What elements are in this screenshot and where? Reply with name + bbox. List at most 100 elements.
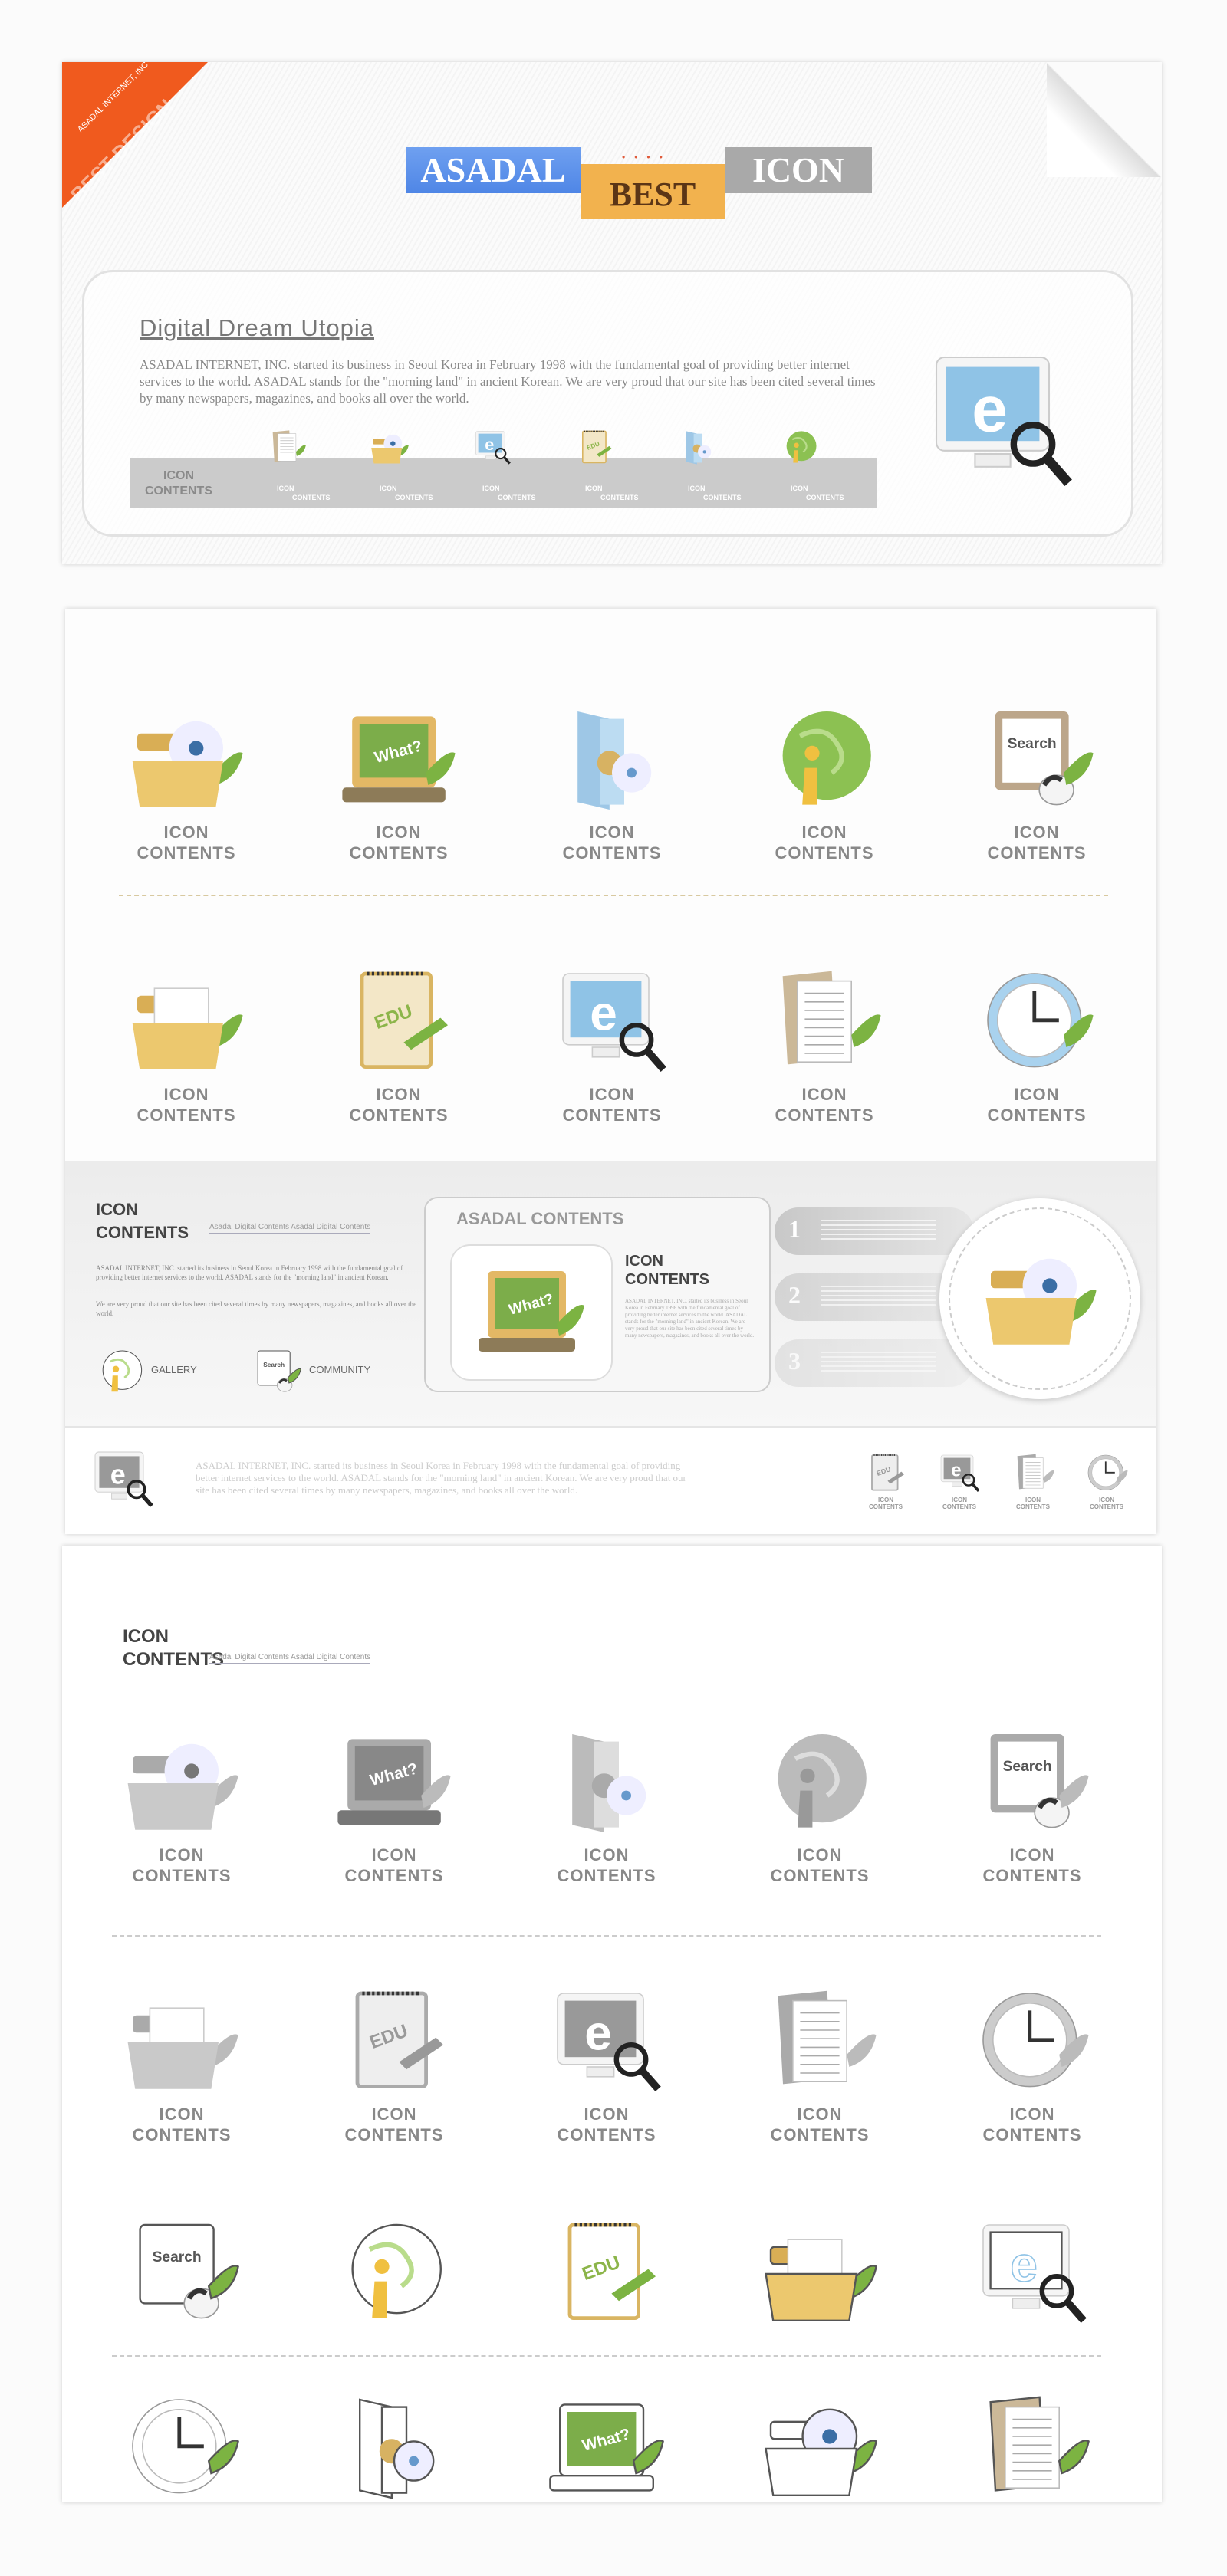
svg-text:e: e bbox=[1010, 2237, 1038, 2292]
footer-paragraph: ASADAL INTERNET, INC. started its busine… bbox=[196, 1460, 686, 1496]
band-title: ICON CONTENTS bbox=[96, 1200, 189, 1242]
documents-icon bbox=[266, 427, 308, 468]
footer-icon-item[interactable]: ICON CONTENTS bbox=[1006, 1451, 1060, 1510]
icon-label: ICON CONTENTS bbox=[869, 1497, 903, 1510]
svg-text:e: e bbox=[951, 1460, 961, 1481]
folder-cd-icon bbox=[975, 1237, 1105, 1359]
search-mouse-icon: Search bbox=[967, 1722, 1097, 1845]
icon-tile[interactable] bbox=[310, 2387, 479, 2510]
monitor-magnifier-icon: e bbox=[88, 1441, 157, 1518]
icon-tile[interactable]: EDU ICON CONTENTS bbox=[310, 1981, 479, 2145]
icon-tile[interactable] bbox=[310, 2213, 479, 2335]
folder-papers-icon bbox=[121, 961, 252, 1084]
gallery-icon[interactable] bbox=[94, 1346, 148, 1399]
svg-text:Search: Search bbox=[263, 1361, 285, 1368]
strip-item[interactable]: ICON CONTENTS bbox=[243, 430, 346, 508]
section-title: ICON CONTENTS bbox=[123, 1626, 224, 1670]
icon-tile[interactable]: ICON CONTENTS bbox=[102, 961, 271, 1125]
icon-label: ICON CONTENTS bbox=[775, 823, 874, 863]
icon-label: ICON CONTENTS bbox=[137, 823, 236, 863]
icon-tile[interactable]: ICON CONTENTS bbox=[948, 1981, 1117, 2145]
icon-tile[interactable]: What? ICON CONTENTS bbox=[314, 699, 483, 863]
strip-item[interactable]: ICON CONTENTS bbox=[757, 431, 860, 508]
icon-tile[interactable]: ICON CONTENTS bbox=[735, 1722, 904, 1886]
monitor-e-icon: e bbox=[541, 1981, 672, 2104]
icon-tile[interactable]: e ICON CONTENTS bbox=[522, 1981, 691, 2145]
svg-text:Search: Search bbox=[1008, 736, 1057, 752]
step-item: 3 bbox=[775, 1339, 974, 1387]
strip-item-label: ICON CONTENTS bbox=[482, 485, 536, 501]
community-icon[interactable]: Search bbox=[249, 1346, 303, 1399]
icon-tile[interactable]: ICON CONTENTS bbox=[528, 699, 696, 863]
icon-tile[interactable]: ICON CONTENTS bbox=[952, 961, 1121, 1125]
strip-item[interactable]: ICON CONTENTS bbox=[654, 431, 757, 508]
icon-tile[interactable]: What? bbox=[522, 2387, 691, 2510]
box-icon-frame: What? bbox=[450, 1244, 613, 1381]
icon-tile[interactable]: ICON CONTENTS bbox=[97, 1981, 266, 2145]
strip-item-label: ICON CONTENTS bbox=[688, 485, 742, 501]
icon-label: ICON CONTENTS bbox=[770, 2104, 870, 2144]
footer-icon-item[interactable]: e ICON CONTENTS bbox=[933, 1451, 986, 1510]
icon-tile[interactable]: Search bbox=[97, 2213, 266, 2335]
box-title: ASADAL CONTENTS bbox=[456, 1209, 624, 1228]
icon-tile[interactable]: e ICON CONTENTS bbox=[528, 961, 696, 1125]
icon-label: ICON CONTENTS bbox=[1016, 1497, 1050, 1510]
clock-icon bbox=[117, 2387, 247, 2510]
icon-label: ICON CONTENTS bbox=[942, 1497, 976, 1510]
band-paragraph-2: We are very proud that our site has been… bbox=[96, 1300, 417, 1317]
icon-tile[interactable] bbox=[735, 2213, 904, 2335]
icon-tile[interactable] bbox=[97, 2387, 266, 2510]
icon-tile[interactable]: EDU ICON CONTENTS bbox=[314, 961, 483, 1125]
icon-tile[interactable]: EDU bbox=[522, 2213, 691, 2335]
monitor-e-icon: e bbox=[967, 2213, 1097, 2335]
icon-tile[interactable]: ICON CONTENTS bbox=[522, 1722, 691, 1886]
icon-tile[interactable]: ICON CONTENTS bbox=[740, 961, 909, 1125]
strip-item[interactable]: ICON CONTENTS bbox=[346, 434, 449, 508]
community-link[interactable]: COMMUNITY bbox=[309, 1364, 370, 1375]
badge-best: BEST bbox=[581, 164, 725, 219]
svg-text:Search: Search bbox=[1003, 1759, 1052, 1775]
icon-tile[interactable]: Search ICON CONTENTS bbox=[948, 1722, 1117, 1886]
divider bbox=[112, 1935, 1101, 1937]
band-subtitle: Asadal Digital Contents Asadal Digital C… bbox=[209, 1223, 371, 1234]
strip-item-label: ICON CONTENTS bbox=[791, 485, 844, 501]
strip-item[interactable]: EDU ICON CONTENTS bbox=[551, 430, 654, 508]
icon-tile[interactable]: ICON CONTENTS bbox=[102, 699, 271, 863]
band-paragraph-1: ASADAL INTERNET, INC. started its busine… bbox=[96, 1264, 403, 1281]
strip-item[interactable]: e ICON CONTENTS bbox=[449, 431, 551, 508]
monitor-e-icon: e bbox=[547, 961, 677, 1084]
icon-tile[interactable]: Search ICON CONTENTS bbox=[952, 699, 1121, 863]
feature-circle bbox=[939, 1198, 1140, 1399]
icon-label: ICON CONTENTS bbox=[987, 1085, 1087, 1125]
footer-icon-item[interactable]: EDU ICON CONTENTS bbox=[859, 1451, 913, 1510]
badge-asadal: ASADAL bbox=[406, 147, 581, 193]
door-cd-icon bbox=[677, 427, 719, 468]
icon-tile[interactable]: ICON CONTENTS bbox=[97, 1722, 266, 1886]
strip-label: ICON CONTENTS bbox=[145, 469, 212, 498]
svg-text:e: e bbox=[590, 986, 617, 1041]
icon-tile[interactable]: What? ICON CONTENTS bbox=[310, 1722, 479, 1886]
documents-icon bbox=[967, 2387, 1097, 2510]
svg-text:e: e bbox=[972, 373, 1008, 445]
icon-tile[interactable]: ICON CONTENTS bbox=[735, 1981, 904, 2145]
svg-text:e: e bbox=[110, 1458, 126, 1490]
gallery-link[interactable]: GALLERY bbox=[151, 1364, 197, 1375]
icon-label: ICON CONTENTS bbox=[982, 1845, 1082, 1885]
intro-box: Digital Dream Utopia ASADAL INTERNET, IN… bbox=[82, 270, 1133, 537]
icon-tile[interactable] bbox=[948, 2387, 1117, 2510]
icon-label: ICON CONTENTS bbox=[349, 823, 449, 863]
ribbon-big-text: BEST DESIGN bbox=[65, 94, 178, 207]
intro-panel: ASADAL INTERNET, INC BEST DESIGN ASADAL … bbox=[62, 61, 1162, 564]
icon-tile[interactable] bbox=[735, 2387, 904, 2510]
box-label: ICON CONTENTS bbox=[625, 1253, 709, 1288]
notepad-edu-icon: EDU bbox=[334, 961, 464, 1084]
icon-label: ICON CONTENTS bbox=[137, 1085, 236, 1125]
icon-tile[interactable]: ICON CONTENTS bbox=[740, 699, 909, 863]
door-cd-icon bbox=[541, 1722, 672, 1845]
clock-icon bbox=[967, 1981, 1097, 2104]
icon-tile[interactable]: e bbox=[948, 2213, 1117, 2335]
footer-icon-item[interactable]: ICON CONTENTS bbox=[1080, 1451, 1133, 1510]
monitor-magnifier-icon: e bbox=[913, 341, 1089, 502]
svg-text:e: e bbox=[485, 435, 494, 454]
color-icons-panel: ICON CONTENTS What? ICON CONTENTS ICON CONTENT… bbox=[65, 609, 1156, 1534]
